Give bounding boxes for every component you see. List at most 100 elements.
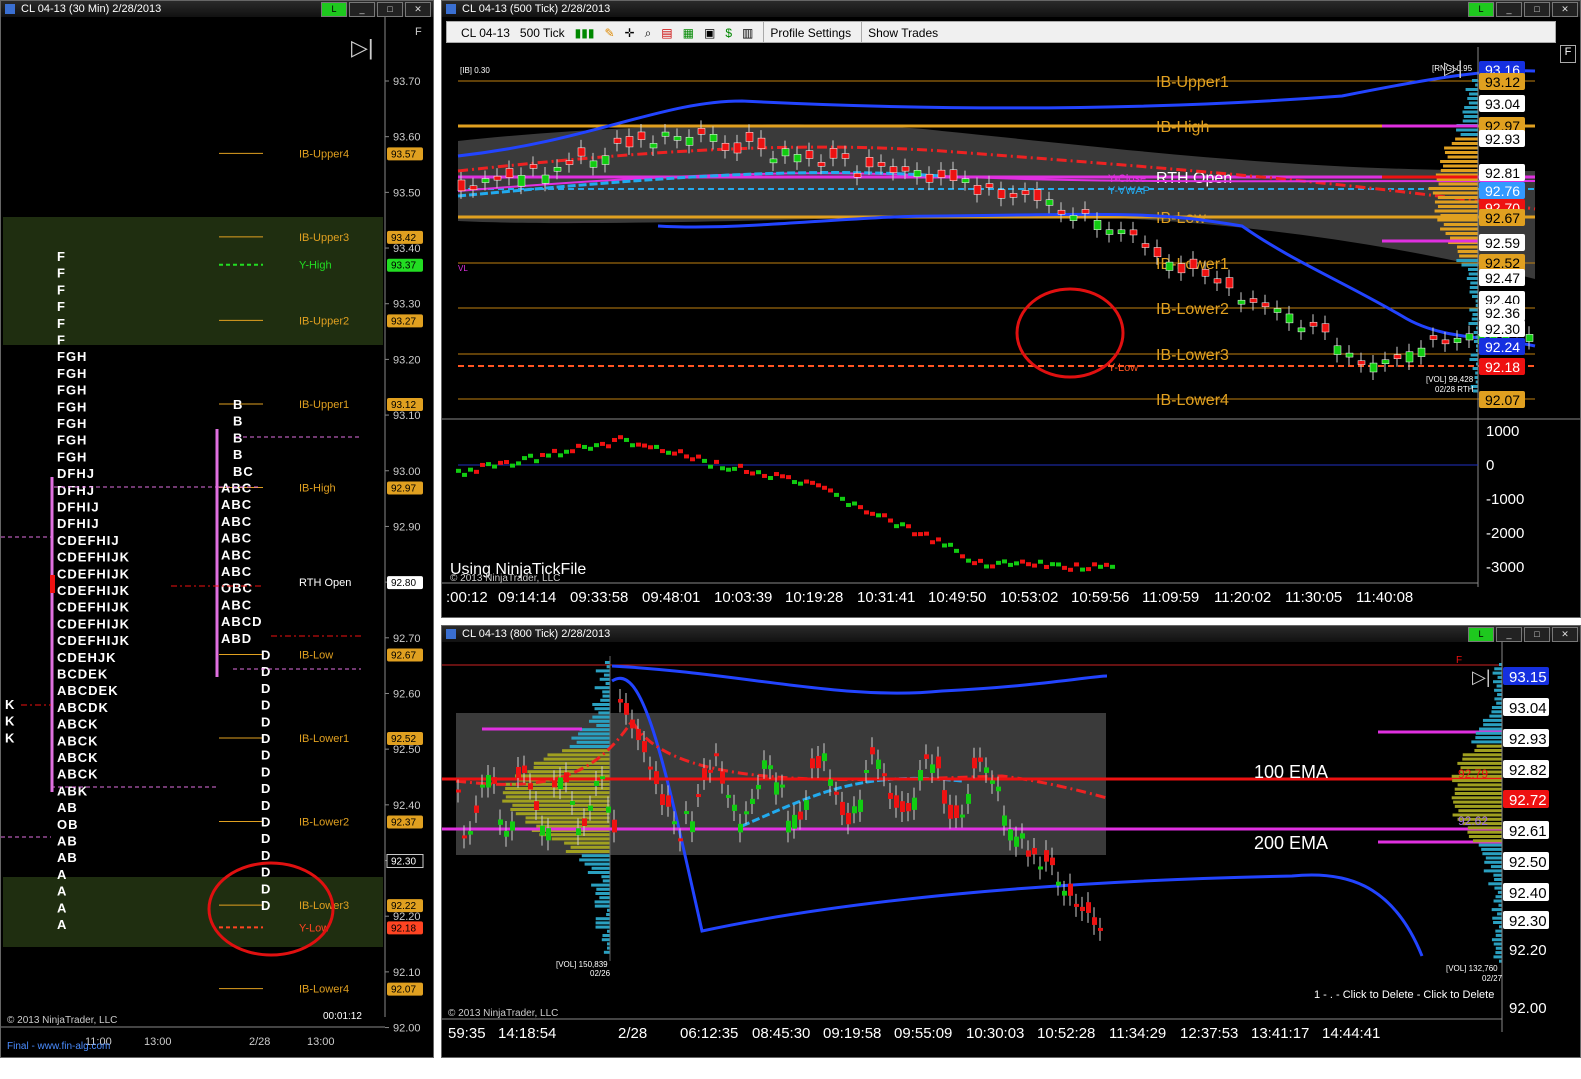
instrument-selector[interactable]: CL 04-13 xyxy=(461,22,510,42)
x-axis-label: 10:59:56 xyxy=(1071,589,1129,606)
candle-body xyxy=(570,801,575,805)
candle-body xyxy=(540,825,545,836)
delta-bar xyxy=(780,474,785,479)
candle-body xyxy=(630,719,635,729)
level-price-value: 93.57 xyxy=(391,149,416,160)
delta-bar xyxy=(1110,564,1115,569)
delta-bar xyxy=(1020,559,1025,564)
dollar-icon[interactable]: $ xyxy=(725,22,732,42)
volume-profile-bar xyxy=(551,837,610,841)
ib-level-label: IB-Lower3 xyxy=(1156,347,1229,364)
candle-body xyxy=(750,798,755,805)
tpo-row-letters: CDEFHIJK xyxy=(57,600,130,615)
candle-body xyxy=(613,137,622,144)
chart-data-icon[interactable]: ▣ xyxy=(704,22,715,42)
y-axis-label: 92.60 xyxy=(393,688,421,700)
bar-type-icon[interactable]: ▮▮▮ xyxy=(575,22,595,42)
y-axis-label: 92.40 xyxy=(393,800,421,812)
candle-body xyxy=(762,760,767,769)
level-price-value: 92.80 xyxy=(391,578,416,589)
close-icon[interactable]: ✕ xyxy=(405,2,431,17)
minimize-icon[interactable]: _ xyxy=(1496,627,1522,642)
candle-body xyxy=(793,154,802,163)
minimize-icon[interactable]: _ xyxy=(349,2,375,17)
volume-profile-bar xyxy=(592,703,610,706)
link-button[interactable]: L xyxy=(1468,2,1494,17)
candle-body xyxy=(930,764,935,773)
left-title-bar[interactable]: CL 04-13 (30 Min) 2/28/2013 L _ □ ✕ xyxy=(1,1,433,17)
top-title-bar[interactable]: CL 04-13 (500 Tick) 2/28/2013 L _ □ ✕ xyxy=(442,1,1580,17)
indicators-icon[interactable]: ▤ xyxy=(661,22,672,42)
tick500-price-chart[interactable]: IB-Upper1IB-HighRTH OpenIB-LowIB-Lower1I… xyxy=(442,47,1580,617)
tpo-row-letters: F xyxy=(57,266,66,281)
level-price-value: 92.67 xyxy=(391,651,416,662)
show-trades-button[interactable]: Show Trades xyxy=(861,22,938,42)
close-icon[interactable]: ✕ xyxy=(1552,627,1578,642)
volume-profile-bar xyxy=(579,858,610,862)
volume-profile-bar xyxy=(598,711,610,715)
tpo-row-letters: AB xyxy=(57,800,78,815)
volume-profile-bar xyxy=(1494,667,1502,671)
zoom-icon[interactable]: ⌕ xyxy=(645,22,652,42)
chart-app-icon xyxy=(5,4,15,14)
delta-bar xyxy=(468,467,473,472)
tpo-row-letters: A xyxy=(57,867,67,882)
delta-bar xyxy=(516,461,521,466)
vol-sub-label: 02/28 RTH xyxy=(1435,385,1474,394)
crosshair-icon[interactable]: ✛ xyxy=(625,22,635,42)
volume-profile-bar xyxy=(1469,290,1478,294)
play-icon: ▷| xyxy=(1472,667,1491,687)
link-button[interactable]: L xyxy=(1468,627,1494,642)
delta-bar xyxy=(1056,562,1061,567)
maximize-icon[interactable]: □ xyxy=(1524,627,1550,642)
minimize-icon[interactable]: _ xyxy=(1496,2,1522,17)
volume-profile-bar xyxy=(1466,277,1478,280)
candle-body xyxy=(877,162,886,167)
volume-profile-bar xyxy=(595,917,610,921)
bottom-title-bar[interactable]: CL 04-13 (800 Tick) 2/28/2013 L _ □ ✕ xyxy=(442,626,1580,642)
price-scale-value: 93.15 xyxy=(1509,669,1547,686)
delta-bar xyxy=(618,435,623,440)
y-vwap-label: Y-VWAP xyxy=(1108,185,1150,197)
candle-body xyxy=(913,170,922,177)
x-axis-label: 09:33:58 xyxy=(570,589,628,606)
close-icon[interactable]: ✕ xyxy=(1552,2,1578,17)
delta-bar xyxy=(648,445,653,450)
x-axis-label: 10:19:28 xyxy=(785,589,843,606)
profile-settings-button[interactable]: Profile Settings xyxy=(763,22,851,42)
volume-profile-bar xyxy=(1434,200,1478,204)
volume-profile-bar xyxy=(1472,839,1502,843)
candle-body xyxy=(684,811,689,815)
maximize-icon[interactable]: □ xyxy=(1524,2,1550,17)
delta-bar xyxy=(834,492,839,497)
candle-body xyxy=(937,169,946,178)
footer-link[interactable]: Final - www.fin-alg.com xyxy=(7,1041,110,1052)
link-button[interactable]: L xyxy=(321,2,347,17)
tpo-row-letters: B xyxy=(233,430,243,445)
volume-profile-bar xyxy=(1493,680,1502,684)
candle-body xyxy=(1050,857,1055,866)
candle-body xyxy=(1393,354,1402,360)
price-scale-value: 92.47 xyxy=(1485,270,1520,286)
level-label: IB-Lower1 xyxy=(299,733,349,745)
level-label: IB-Lower2 xyxy=(299,817,349,829)
volume-profile-bar xyxy=(562,749,610,753)
tpo-profile-chart[interactable]: ▷|F93.7093.6093.5093.4093.3093.2093.1093… xyxy=(1,17,433,1057)
properties-icon[interactable]: ▥ xyxy=(742,22,753,42)
volume-profile-bar xyxy=(594,686,610,690)
candle-body xyxy=(1062,890,1067,896)
sub-axis-label: -1000 xyxy=(1486,491,1524,508)
delta-bar xyxy=(498,460,503,465)
volume-profile-bar xyxy=(510,808,610,811)
interval-selector[interactable]: 500 Tick xyxy=(520,22,565,42)
maximize-icon[interactable]: □ xyxy=(377,2,403,17)
tpo-row-letters: AB xyxy=(57,834,78,849)
tick800-price-chart[interactable]: F 100 EMA 200 EMA 92.79 92.62 ▷| 93.15 93.04 92.… xyxy=(442,642,1580,1058)
volume-profile-bar xyxy=(525,816,610,820)
strategies-icon[interactable]: ▦ xyxy=(683,22,694,42)
candle-body xyxy=(606,806,611,813)
delete-hint: 1 - . - Click to Delete - Click to Delet… xyxy=(1314,989,1494,1001)
delta-bar xyxy=(474,469,479,474)
level-label: Y-High xyxy=(299,260,332,272)
draw-pencil-icon[interactable]: ✎ xyxy=(604,22,614,42)
